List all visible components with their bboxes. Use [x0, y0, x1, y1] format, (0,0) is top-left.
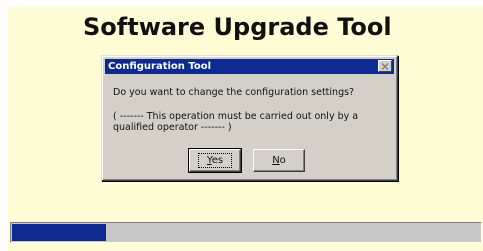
yes-button[interactable]: Yes [188, 148, 242, 173]
dialog-titlebar[interactable]: Configuration Tool [105, 59, 394, 74]
no-button[interactable]: No [253, 149, 305, 172]
upgrade-progress-bar [10, 222, 482, 243]
no-label-rest: o [279, 155, 286, 166]
no-accelerator: N [272, 155, 280, 166]
dialog-title: Configuration Tool [108, 61, 212, 72]
no-button-label: No [272, 155, 286, 166]
dialog-message: Do you want to change the configuration … [113, 87, 355, 98]
yes-label-rest: es [211, 155, 224, 166]
close-icon [381, 62, 389, 70]
app-title: Software Upgrade Tool [83, 13, 392, 41]
dialog-warning: ( ------- This operation must be carried… [113, 111, 359, 133]
configuration-dialog: Configuration Tool Do you want to change… [101, 55, 398, 181]
progress-fill [12, 224, 106, 241]
yes-button-label: Yes [197, 153, 233, 168]
close-button[interactable] [378, 60, 392, 72]
